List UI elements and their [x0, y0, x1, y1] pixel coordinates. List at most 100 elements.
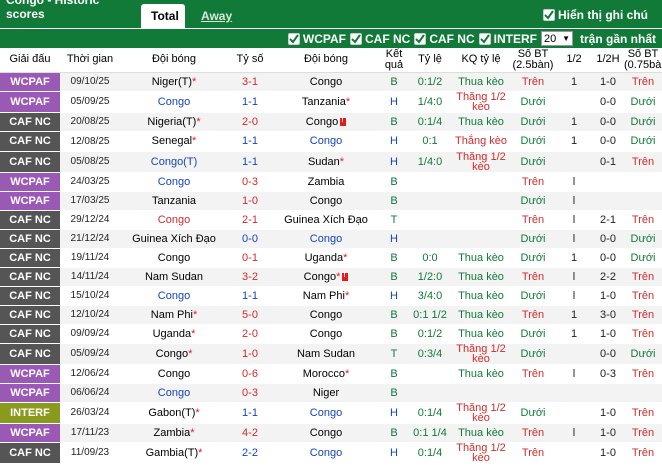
away-team[interactable]: Congo*	[272, 267, 380, 287]
away-team[interactable]: Congo	[272, 191, 380, 211]
score-cell[interactable]: 4-2	[228, 423, 272, 443]
line-cell: 0:1/4	[408, 442, 452, 464]
league-cell[interactable]: CAF NC	[0, 286, 60, 306]
score-cell[interactable]: 0-0	[228, 229, 272, 249]
home-team[interactable]: Senegal*	[120, 131, 228, 152]
home-team[interactable]: Nam Phi*	[120, 305, 228, 325]
score-cell[interactable]: 1-1	[228, 286, 272, 306]
away-team[interactable]: Sudan*	[272, 151, 380, 173]
score-cell[interactable]: 3-2	[228, 267, 272, 287]
home-team[interactable]: Zambia*	[120, 423, 228, 443]
league-cell[interactable]: WCPAF	[0, 423, 60, 443]
away-team[interactable]: Congo	[272, 402, 380, 424]
away-team[interactable]: Congo	[272, 442, 380, 464]
match-count-select[interactable]: 20 ▼	[540, 31, 573, 46]
home-team[interactable]: Congo	[120, 383, 228, 403]
score-cell[interactable]: 5-0	[228, 305, 272, 325]
away-team[interactable]: Congo	[272, 324, 380, 344]
table-row: CAF NC 05/09/24 Congo* 1-0 Nam Sudan T 0:3/4 Th…	[0, 343, 662, 365]
league-cell[interactable]: CAF NC	[0, 267, 60, 287]
league-cell[interactable]: CAF NC	[0, 229, 60, 249]
away-team[interactable]: Nam Sudan	[272, 343, 380, 365]
home-team[interactable]: Congo	[120, 286, 228, 306]
tab-away[interactable]: Away	[191, 4, 242, 28]
score-cell[interactable]: 1-1	[228, 402, 272, 424]
ht-score-cell: 1-0	[592, 72, 624, 92]
home-team[interactable]: Congo	[120, 172, 228, 192]
home-team[interactable]: Nigeria(T)*	[120, 112, 228, 132]
home-team[interactable]: Guinea Xích Đạo	[120, 229, 228, 249]
league-cell[interactable]: WCPAF	[0, 191, 60, 211]
league-cell[interactable]: WCPAF	[0, 383, 60, 403]
filter-interf[interactable]: INTERF	[478, 32, 537, 46]
tab-total[interactable]: Total	[141, 4, 185, 28]
league-cell[interactable]: CAF NC	[0, 343, 60, 365]
away-team[interactable]: Congo	[272, 112, 380, 132]
score-cell[interactable]: 0-1	[228, 248, 272, 268]
score-cell[interactable]: 3-1	[228, 72, 272, 92]
checkbox-icon[interactable]	[543, 9, 555, 21]
away-team[interactable]: Uganda*	[272, 248, 380, 268]
score-cell[interactable]: 2-0	[228, 112, 272, 132]
home-team[interactable]: Niger(T)*	[120, 72, 228, 92]
score-cell[interactable]: 1-1	[228, 151, 272, 173]
home-team[interactable]: Congo	[120, 364, 228, 384]
away-team[interactable]: Zambia	[272, 172, 380, 192]
home-team[interactable]: Congo(T)	[120, 151, 228, 173]
score-cell[interactable]: 0-6	[228, 364, 272, 384]
league-cell[interactable]: CAF NC	[0, 151, 60, 173]
away-team[interactable]: Nam Phi*	[272, 286, 380, 306]
away-team[interactable]: Guinea Xích Đạo	[272, 210, 380, 230]
league-cell[interactable]: WCPAF	[0, 172, 60, 192]
line-result-cell	[452, 229, 510, 249]
away-team[interactable]: Niger	[272, 383, 380, 403]
home-team[interactable]: Congo	[120, 91, 228, 113]
score-cell[interactable]: 1-1	[228, 131, 272, 152]
away-team[interactable]: Congo	[272, 72, 380, 92]
score-cell[interactable]: 0-3	[228, 383, 272, 403]
score-cell[interactable]: 1-0	[228, 343, 272, 365]
filter-cafnc-2[interactable]: CAF NC	[414, 32, 475, 46]
league-cell[interactable]: WCPAF	[0, 364, 60, 384]
filter-wcpaf[interactable]: WCPAF	[287, 32, 346, 46]
score-cell[interactable]: 0-3	[228, 172, 272, 192]
show-comment-toggle[interactable]: Hiển thị ghi chú	[543, 8, 648, 22]
line-result-cell: Thắng 1/2 kèo	[452, 151, 510, 173]
home-team[interactable]: Uganda*	[120, 324, 228, 344]
league-cell[interactable]: INTERF	[0, 402, 60, 424]
score-cell[interactable]: 1-1	[228, 91, 272, 113]
league-cell[interactable]: CAF NC	[0, 305, 60, 325]
score-cell[interactable]: 2-1	[228, 210, 272, 230]
away-team[interactable]: Congo	[272, 423, 380, 443]
checkbox-icon[interactable]	[478, 32, 491, 45]
away-team[interactable]: Congo	[272, 229, 380, 249]
checkbox-icon[interactable]	[414, 32, 427, 45]
home-team[interactable]: Gabon(T)*	[120, 402, 228, 424]
league-cell[interactable]: CAF NC	[0, 112, 60, 132]
checkbox-icon[interactable]	[349, 32, 362, 45]
league-cell[interactable]: CAF NC	[0, 324, 60, 344]
home-team[interactable]: Gambia(T)*	[120, 442, 228, 464]
league-cell[interactable]: CAF NC	[0, 210, 60, 230]
away-team[interactable]: Tanzania*	[272, 91, 380, 113]
home-team[interactable]: Congo	[120, 210, 228, 230]
league-cell[interactable]: WCPAF	[0, 91, 60, 113]
score-cell[interactable]: 2-0	[228, 324, 272, 344]
away-team[interactable]: Congo	[272, 305, 380, 325]
league-cell[interactable]: CAF NC	[0, 131, 60, 152]
score-cell[interactable]: 1-0	[228, 191, 272, 211]
home-team[interactable]: Nam Sudan	[120, 267, 228, 287]
away-team[interactable]: Congo	[272, 131, 380, 152]
score-cell[interactable]: 2-2	[228, 442, 272, 464]
away-team-name: Congo	[309, 406, 343, 419]
league-cell[interactable]: WCPAF	[0, 72, 60, 92]
league-cell[interactable]: CAF NC	[0, 442, 60, 464]
away-team[interactable]: Morocco*	[272, 364, 380, 384]
home-team[interactable]: Congo	[120, 248, 228, 268]
checkbox-icon[interactable]	[287, 32, 300, 45]
home-team[interactable]: Tanzania	[120, 191, 228, 211]
league-cell[interactable]: CAF NC	[0, 248, 60, 268]
ou25-cell: Trên	[510, 267, 556, 287]
filter-cafnc-1[interactable]: CAF NC	[349, 32, 410, 46]
home-team[interactable]: Congo*	[120, 343, 228, 365]
